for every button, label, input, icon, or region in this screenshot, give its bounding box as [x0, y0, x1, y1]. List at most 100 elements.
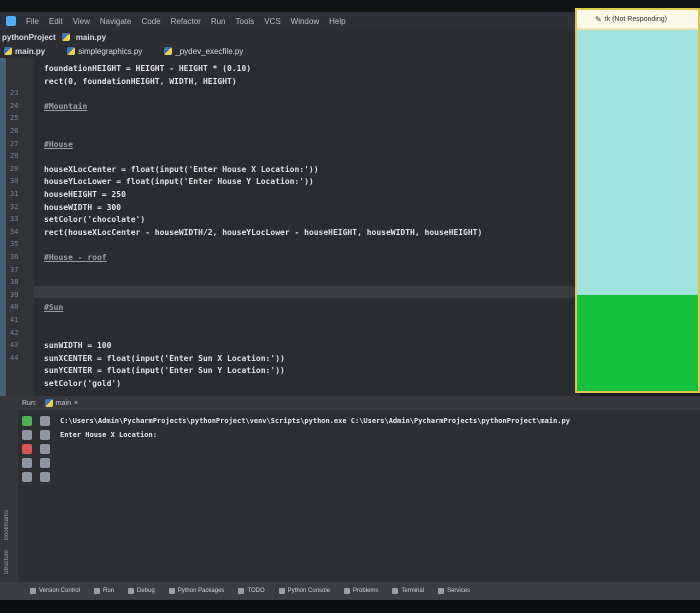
status-label: TODO [247, 588, 265, 594]
console-line: C:\Users\Admin\PycharmProjects\pythonPro… [60, 417, 570, 425]
line-number: 39 [10, 290, 19, 299]
arrow-up-icon[interactable] [40, 416, 50, 426]
code-line: houseHEIGHT = 250 [44, 190, 126, 199]
arrow-down-icon[interactable] [40, 430, 50, 440]
list-icon [238, 588, 245, 594]
services-icon [438, 588, 445, 594]
line-number: 43 [10, 341, 19, 350]
todo-button[interactable]: TODO [238, 588, 265, 594]
line-number: 26 [10, 127, 19, 135]
code-area[interactable]: foundationHEIGHT = HEIGHT - HEIGHT * (0.… [44, 58, 580, 396]
python-console-button[interactable]: Python Console [278, 588, 331, 594]
problems-button[interactable]: Problems [344, 588, 378, 594]
menu-edit[interactable]: Edit [49, 17, 63, 26]
bug-icon [128, 588, 135, 594]
menu-window[interactable]: Window [291, 17, 319, 26]
tab-main-py[interactable]: main.py [4, 47, 45, 56]
run-button[interactable]: Run [94, 588, 114, 594]
warning-icon [344, 588, 351, 594]
code-line: rect(houseXLocCenter - houseWIDTH/2, hou… [44, 227, 483, 237]
rerun-icon[interactable] [22, 416, 32, 426]
bookmarks-label[interactable]: Bookmarks [4, 510, 10, 540]
code-line: sunXCENTER = float(input('Enter Sun X Lo… [44, 353, 285, 363]
menu-view[interactable]: View [73, 17, 90, 26]
line-number: 33 [10, 215, 19, 224]
code-line: #House - roof [44, 253, 107, 262]
line-number: 40 [10, 303, 19, 312]
console-output[interactable]: C:\Users\Admin\PycharmProjects\pythonPro… [60, 414, 570, 442]
status-label: Python Console [287, 588, 331, 594]
code-line: foundationHEIGHT = HEIGHT - HEIGHT * (0.… [44, 64, 252, 73]
pin-icon[interactable] [22, 472, 32, 482]
tab-label: simplegraphics.py [78, 46, 143, 56]
run-tab-label: main [55, 399, 71, 407]
tab-label: _pydev_execfile.py [175, 46, 244, 56]
line-number: 37 [10, 265, 19, 274]
menu-navigate[interactable]: Navigate [100, 17, 132, 26]
line-number: 35 [10, 240, 19, 249]
canvas-grass [577, 295, 698, 391]
debug-button[interactable]: Debug [128, 588, 155, 594]
version-control-button[interactable]: Version Control [30, 588, 80, 594]
soft-wrap-icon[interactable] [40, 444, 50, 454]
menu-refactor[interactable]: Refactor [171, 17, 201, 26]
line-number: 36 [10, 253, 19, 261]
code-line: houseXLocCenter = float(input('Enter Hou… [44, 164, 319, 174]
status-label: Problems [353, 588, 379, 594]
line-number: 32 [10, 202, 19, 211]
turtle-window-titlebar[interactable]: ✎ tk (Not Responding) [577, 10, 698, 28]
pycharm-logo-icon [6, 16, 16, 26]
code-line: houseYLocLower = float(input('Enter Hous… [44, 177, 314, 187]
terminal-button[interactable]: Terminal [392, 588, 424, 594]
line-number: 31 [10, 190, 19, 198]
scroll-end-icon[interactable] [40, 458, 50, 468]
structure-label[interactable]: Structure [4, 550, 10, 574]
menu-vcs[interactable]: VCS [264, 17, 280, 26]
menu-bar: File Edit View Navigate Code Refactor Ru… [0, 12, 586, 30]
status-label: Run [103, 588, 115, 594]
python-file-icon [44, 399, 53, 407]
run-toolbar-2 [40, 412, 60, 522]
vcs-icon [30, 588, 36, 594]
code-editor[interactable]: 23 24 25 26 27 28 29 30 31 32 33 34 35 36 37 38 39 40 41 42… [0, 58, 580, 396]
monitor-bezel-bottom [0, 600, 700, 613]
canvas-sky [577, 30, 698, 295]
print-icon[interactable] [40, 472, 50, 482]
status-label: Terminal [401, 588, 425, 594]
python-file-icon [67, 47, 76, 55]
close-icon[interactable]: × [74, 400, 78, 407]
turtle-window[interactable]: ✎ tk (Not Responding) [575, 8, 700, 393]
menu-help[interactable]: Help [329, 17, 345, 26]
breadcrumb-file[interactable]: main.py [76, 33, 106, 42]
left-tool-strip: Bookmarks Structure [0, 410, 18, 582]
menu-run[interactable]: Run [211, 17, 226, 26]
tab-simplegraphics-py[interactable]: simplegraphics.py [67, 47, 142, 56]
menu-code[interactable]: Code [141, 17, 160, 26]
tool-window-bar: Version Control Run Debug Python Package… [0, 582, 700, 600]
line-number: 28 [10, 152, 19, 161]
breadcrumb-project[interactable]: pythonProject [2, 33, 56, 42]
stop-icon[interactable] [22, 444, 32, 454]
pause-icon[interactable] [22, 458, 32, 468]
python-file-icon [4, 47, 12, 55]
code-line: rect(0, foundationHEIGHT, WIDTH, HEIGHT) [44, 76, 237, 86]
play-icon [94, 588, 101, 594]
services-button[interactable]: Services [438, 588, 470, 594]
console-icon [278, 588, 285, 594]
gutter-strip [0, 58, 6, 396]
run-tab-main[interactable]: main × [44, 399, 78, 407]
line-number: 44 [10, 353, 19, 362]
code-line: #Mountain [44, 101, 88, 111]
run-panel-header: Run: main × [0, 396, 700, 410]
run-toolbar [22, 412, 42, 522]
python-packages-button[interactable]: Python Packages [168, 588, 224, 594]
menu-file[interactable]: File [26, 17, 39, 26]
line-number-gutter: 23 24 25 26 27 28 29 30 31 32 33 34 35 36 37 38 39 40 41 42… [0, 58, 34, 396]
terminal-icon [392, 588, 399, 594]
line-number: 30 [10, 177, 19, 186]
settings-icon[interactable] [22, 430, 32, 440]
menu-tools[interactable]: Tools [236, 17, 255, 26]
line-number: 38 [10, 278, 19, 287]
package-icon [168, 588, 175, 594]
tab-pydev-execfile-py[interactable]: _pydev_execfile.py [164, 47, 243, 56]
